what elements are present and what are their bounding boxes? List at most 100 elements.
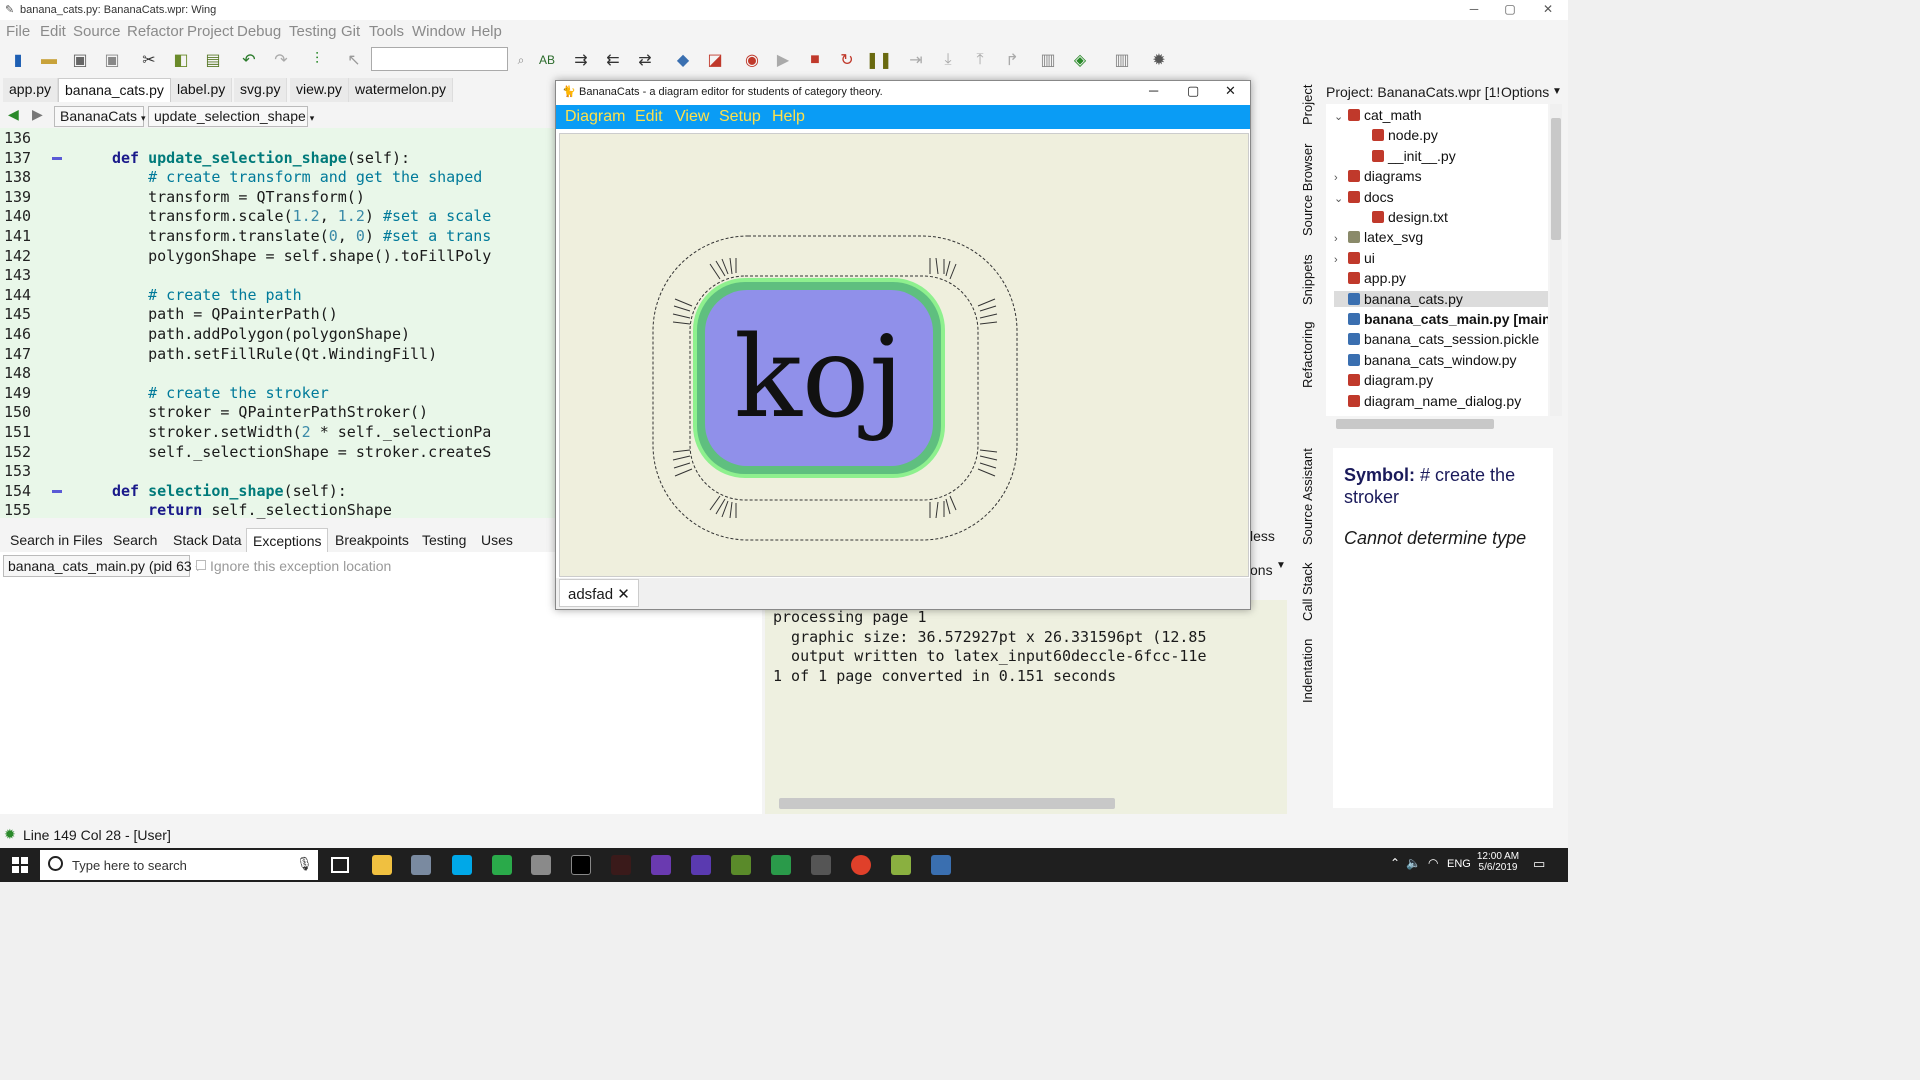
dialog-menu-view[interactable]: View (675, 108, 709, 126)
code-line[interactable]: transform = QTransform() (112, 188, 365, 206)
app-icon[interactable] (411, 855, 431, 875)
tab-label-py[interactable]: label.py (171, 78, 233, 102)
tab-search-in-files[interactable]: Search in Files (4, 528, 109, 552)
redo-icon[interactable]: ↷ (269, 48, 293, 72)
code-line[interactable]: return self._selectionShape (112, 501, 392, 519)
close-button[interactable]: ✕ (1530, 0, 1566, 20)
indent-swap-icon[interactable]: ⇄ (633, 48, 657, 72)
taskbar-search[interactable]: Type here to search 🎙 (40, 850, 318, 880)
tab-watermelon-py[interactable]: watermelon.py (349, 78, 454, 102)
code-line[interactable]: path = QPainterPath() (112, 305, 338, 323)
bug-icon[interactable]: ✹ (1147, 48, 1171, 72)
menu-source[interactable]: Source (73, 23, 121, 40)
stack-down-icon[interactable]: ▥ (1110, 48, 1134, 72)
paste-icon[interactable]: ▤ (201, 48, 225, 72)
network-icon[interactable]: ◠ (1428, 856, 1438, 870)
clock[interactable]: 12:00 AM 5/6/2019 (1474, 851, 1522, 873)
python-icon[interactable] (931, 855, 951, 875)
code-line[interactable]: def selection_shape(self): (112, 482, 347, 500)
new-file-icon[interactable]: ▮ (6, 48, 30, 72)
fold-marker-icon[interactable] (52, 490, 62, 493)
module-combo[interactable]: BananaCats ▾ (54, 106, 145, 127)
horizontal-scrollbar[interactable] (779, 798, 1115, 809)
copy-icon[interactable]: ◧ (169, 48, 193, 72)
tree-item[interactable]: banana_cats_session.pickle (1334, 331, 1548, 347)
app-icon[interactable] (731, 855, 751, 875)
save-all-icon[interactable]: ▣ (100, 48, 124, 72)
output-tab-partial[interactable]: less (1250, 528, 1275, 544)
indent-right-icon[interactable]: ⇉ (569, 48, 593, 72)
continue-icon[interactable]: ↱ (1000, 48, 1024, 72)
code-line[interactable]: transform.translate(0, 0) #set a trans (112, 227, 491, 245)
minimize-button[interactable]: ─ (1456, 0, 1492, 20)
tree-item[interactable]: banana_cats_main.py [main c (1334, 311, 1548, 327)
tree-item[interactable]: app.py (1334, 270, 1548, 286)
notifications-icon[interactable]: ▭ (1533, 856, 1545, 872)
dialog-maximize-button[interactable]: ▢ (1187, 83, 1199, 99)
code-line[interactable]: # create the stroker (112, 384, 329, 402)
indent-left-icon[interactable]: ⇇ (601, 48, 625, 72)
tree-item[interactable]: › diagrams (1334, 168, 1548, 184)
expand-arrow-icon[interactable]: › (1334, 233, 1348, 245)
terminal-icon[interactable] (571, 855, 591, 875)
expand-arrow-icon[interactable]: › (1334, 172, 1348, 184)
tab-source-browser[interactable]: Source Browser (1300, 140, 1322, 240)
tab-banana-cats-py[interactable]: banana_cats.py (58, 78, 171, 102)
diagram-canvas[interactable]: koj (559, 133, 1249, 577)
record-icon[interactable]: ◉ (740, 48, 764, 72)
step-over-icon[interactable]: ⇥ (904, 48, 928, 72)
maximize-button[interactable]: ▢ (1492, 0, 1528, 20)
horizontal-scrollbar[interactable] (1336, 419, 1494, 429)
tray-chevron-icon[interactable]: ⌃ (1390, 856, 1400, 870)
forward-arrow-icon[interactable]: ▶ (32, 106, 43, 123)
code-editor[interactable]: 136 137 138 139 140 141 142 143 144 145 146 147 148 1… (0, 128, 555, 519)
tree-item[interactable]: banana_cats_window.py (1334, 352, 1548, 368)
tab-search[interactable]: Search (107, 528, 163, 552)
pen-icon[interactable] (811, 855, 831, 875)
search-icon[interactable]: ⌕ (509, 48, 533, 72)
menu-testing[interactable]: Testing (289, 23, 337, 40)
onenote-icon[interactable] (651, 855, 671, 875)
microphone-icon[interactable]: 🎙 (296, 856, 313, 872)
tab-exceptions[interactable]: Exceptions (246, 528, 329, 552)
code-line[interactable]: stroker = QPainterPathStroker() (112, 403, 428, 421)
tab-breakpoints[interactable]: Breakpoints (329, 528, 415, 552)
output-options-partial[interactable]: ons (1250, 562, 1273, 578)
code-line[interactable]: transform.scale(1.2, 1.2) #set a scale (112, 207, 491, 225)
tab-stack-data[interactable]: Stack Data (167, 528, 247, 552)
toolbar-search-input[interactable] (371, 47, 508, 71)
dialog-close-button[interactable]: ✕ (1225, 83, 1236, 99)
tree-item[interactable]: ⌄ cat_math (1334, 107, 1548, 123)
scrollbar-thumb[interactable] (1551, 118, 1561, 240)
qt-creator-icon[interactable] (492, 855, 512, 875)
tab-svg-py[interactable]: svg.py (234, 78, 288, 102)
tree-item[interactable]: diagram.py (1334, 372, 1548, 388)
tab-source-assistant[interactable]: Source Assistant (1300, 446, 1322, 548)
code-line[interactable]: polygonShape = self.shape().toFillPoly (112, 247, 491, 265)
menu-window[interactable]: Window (412, 23, 465, 40)
run-icon[interactable]: ▶ (771, 48, 795, 72)
tree-item[interactable]: node.py (1358, 127, 1548, 143)
tab-snippets[interactable]: Snippets (1300, 250, 1322, 310)
chevron-down-icon[interactable]: ▼ (1276, 560, 1286, 571)
tab-call-stack[interactable]: Call Stack (1300, 560, 1322, 624)
spellcheck-icon[interactable]: AB (535, 48, 559, 72)
windows-start-icon[interactable] (12, 857, 28, 873)
close-tab-icon[interactable]: ✕ (617, 586, 630, 603)
visual-studio-icon[interactable] (691, 855, 711, 875)
chrome-icon[interactable] (851, 855, 871, 875)
tree-item[interactable]: diagram_name_dialog.py (1334, 393, 1548, 409)
stack-up-icon[interactable]: ▥ (1036, 48, 1060, 72)
menu-edit[interactable]: Edit (40, 23, 66, 40)
tree-item[interactable]: __init__.py (1358, 148, 1548, 164)
diagram-tab[interactable]: adsfad ✕ (559, 579, 639, 607)
indent-guide-icon[interactable]: ⫶ (305, 48, 329, 72)
ignore-exception-checkbox[interactable] (196, 560, 206, 570)
stop-icon[interactable]: ■ (803, 48, 827, 72)
code-line[interactable]: stroker.setWidth(2 * self._selectionPa (112, 423, 491, 441)
tab-app-py[interactable]: app.py (3, 78, 59, 102)
tab-testing[interactable]: Testing (416, 528, 472, 552)
skype-icon[interactable] (452, 855, 472, 875)
pause-icon[interactable]: ❚❚ (866, 48, 893, 72)
tree-item[interactable]: ⌄ docs (1334, 189, 1548, 205)
